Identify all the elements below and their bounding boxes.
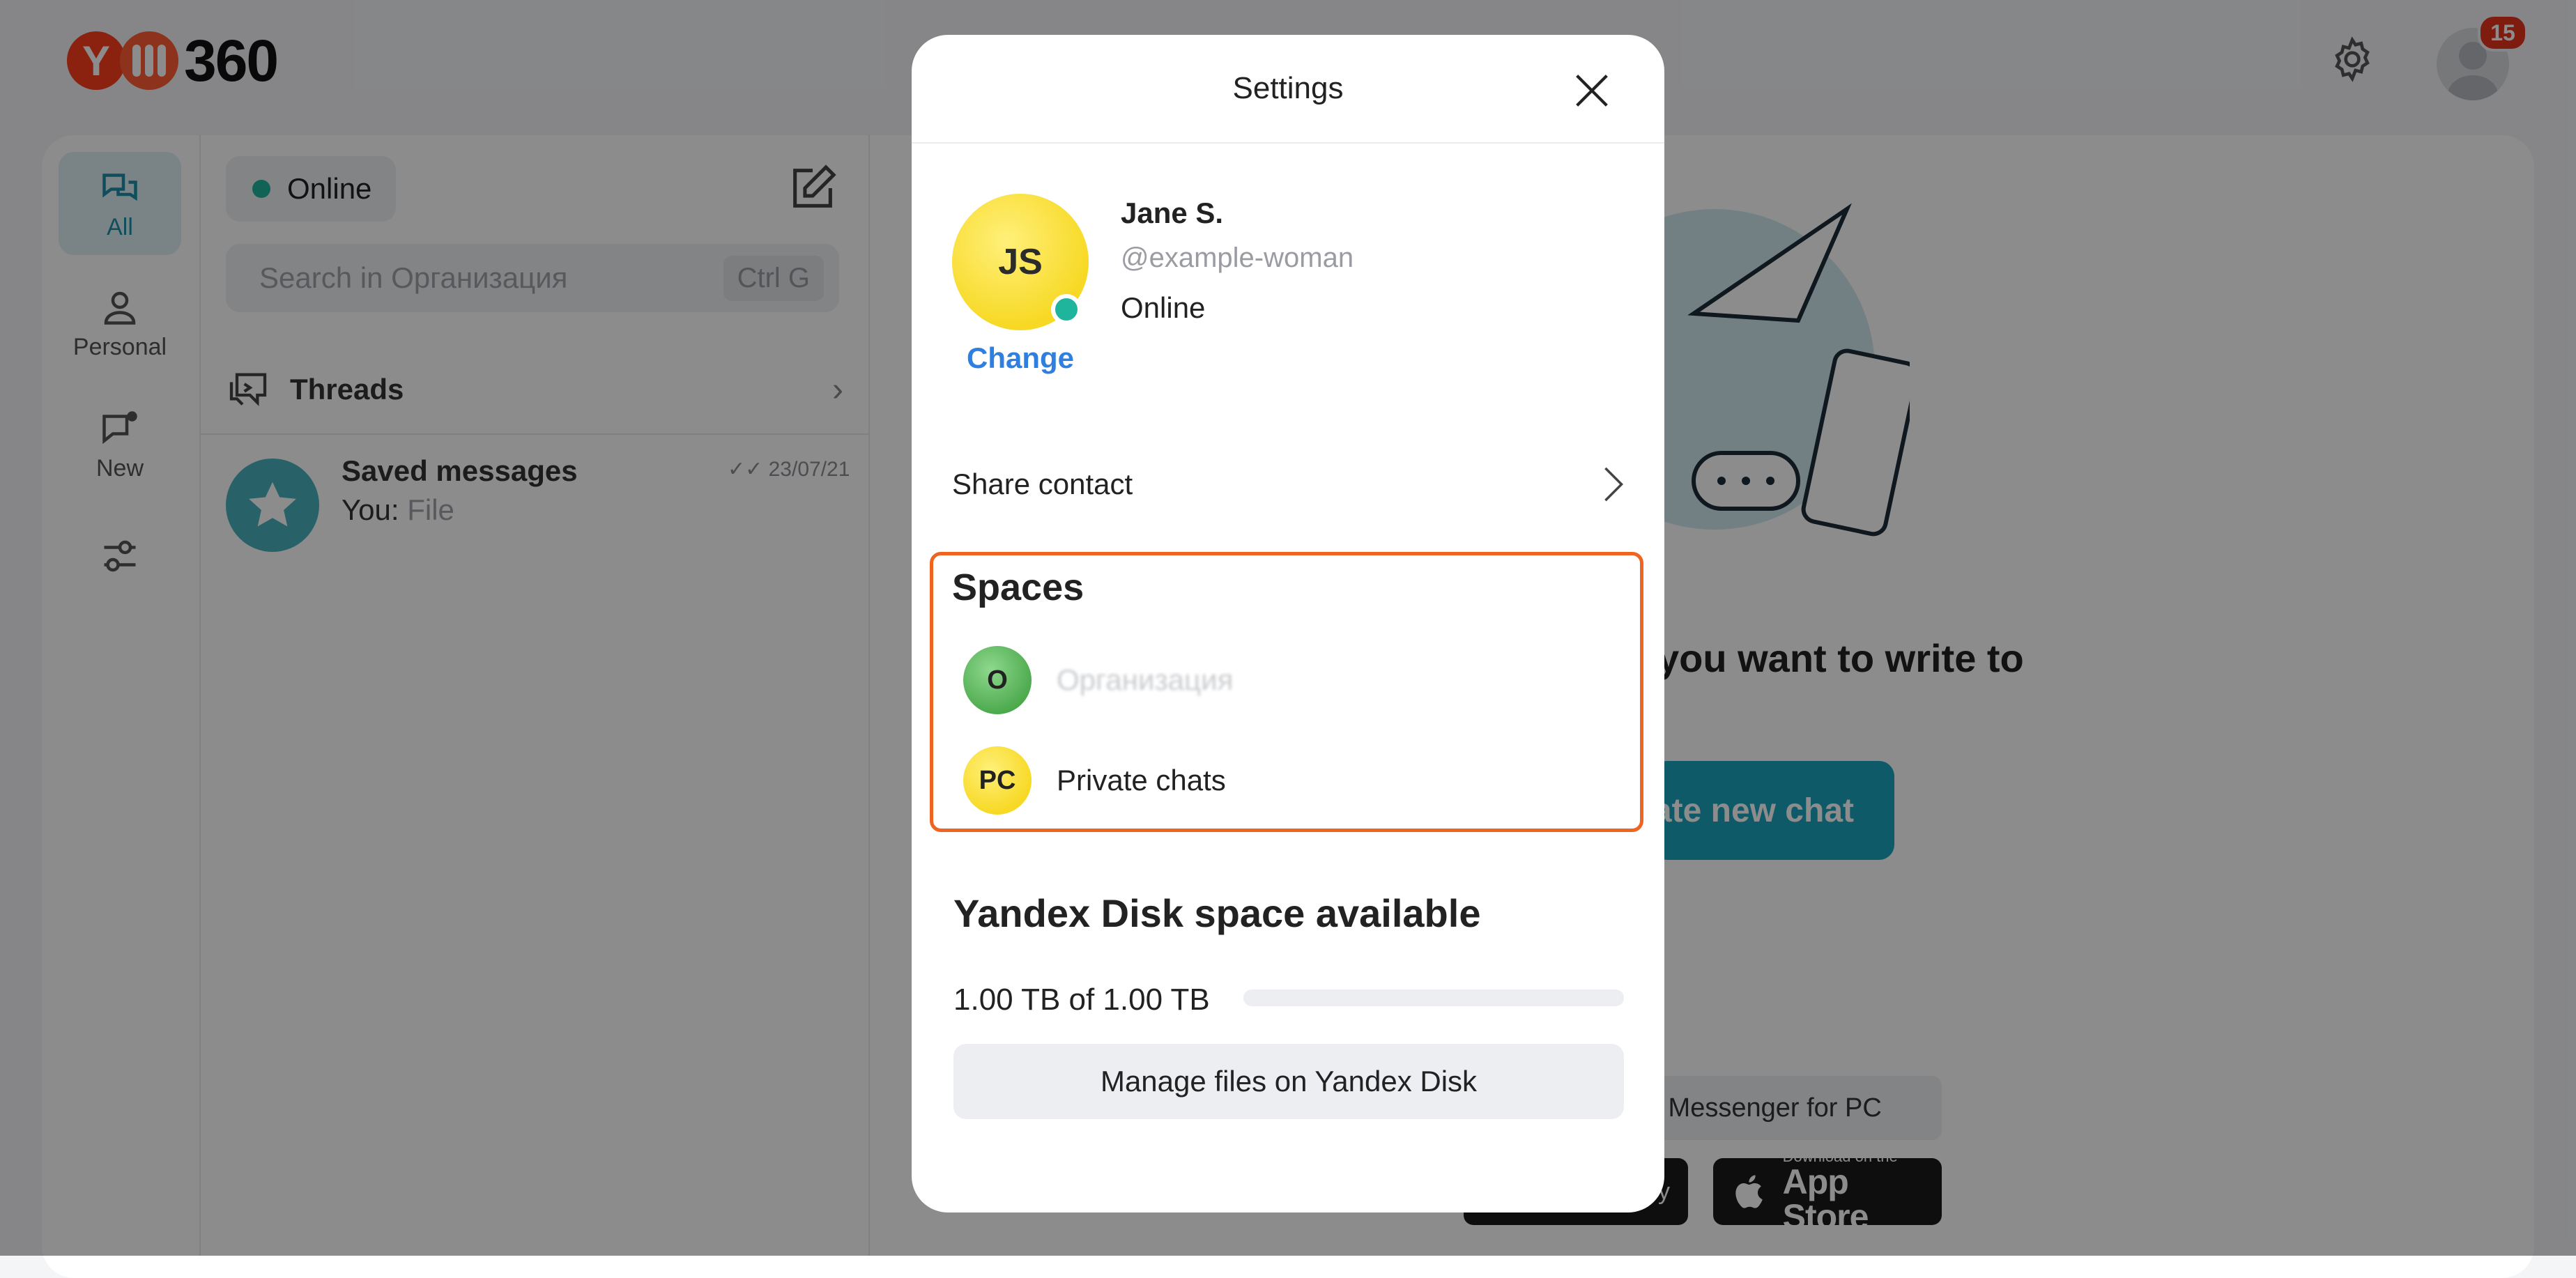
disk-usage-bar <box>1243 990 1624 1006</box>
profile-name: Jane S. <box>1121 197 1224 229</box>
space-avatar: PC <box>963 746 1032 815</box>
settings-modal: Settings JS Change Jane S. @example-woma… <box>912 35 1664 1212</box>
space-item-organization[interactable]: O Организация <box>963 645 1590 715</box>
close-icon[interactable] <box>1570 68 1614 113</box>
profile-handle: @example-woman <box>1121 242 1354 273</box>
share-contact-label: Share contact <box>952 468 1133 500</box>
chevron-right-icon <box>1604 467 1624 502</box>
manage-files-button[interactable]: Manage files on Yandex Disk <box>953 1044 1624 1119</box>
space-avatar: O <box>963 646 1032 714</box>
profile-status[interactable]: Online <box>1121 291 1205 325</box>
disk-space-title: Yandex Disk space available <box>953 891 1481 935</box>
spaces-title: Spaces <box>952 567 1084 608</box>
space-label: Private chats <box>1057 764 1226 796</box>
modal-header: Settings <box>912 35 1664 144</box>
modal-title: Settings <box>1232 71 1344 105</box>
online-status-dot <box>1051 294 1082 325</box>
change-avatar-link[interactable]: Change <box>952 341 1089 375</box>
share-contact-row[interactable]: Share contact <box>952 453 1624 516</box>
disk-space-amount: 1.00 TB of 1.00 TB <box>953 983 1210 1017</box>
space-label: Организация <box>1057 663 1234 696</box>
space-item-private-chats[interactable]: PC Private chats <box>963 746 1590 815</box>
